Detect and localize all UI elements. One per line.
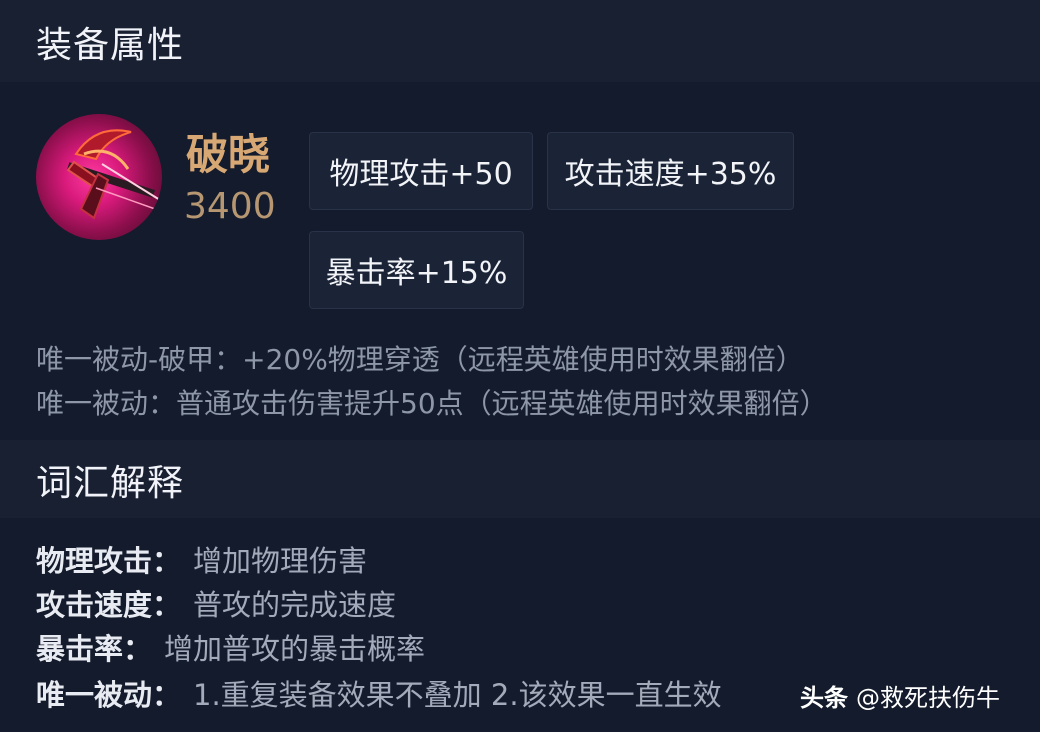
passive-damage-boost: 唯一被动：普通攻击伤害提升50点（远程英雄使用时效果翻倍） xyxy=(36,387,828,420)
stat-physical-attack: 物理攻击+50 xyxy=(309,132,533,210)
item-name: 破晓 xyxy=(186,130,271,179)
section-title: 装备属性 xyxy=(36,25,185,66)
glossary-definition: 普攻的完成速度 xyxy=(193,588,397,622)
stat-attack-speed: 攻击速度+35% xyxy=(547,132,794,210)
glossary-entry: 暴击率： 增加普攻的暴击概率 xyxy=(36,626,425,668)
item-price: 3400 xyxy=(184,186,276,227)
glossary-definition: 增加物理伤害 xyxy=(193,544,368,578)
crossbow-icon-graphic xyxy=(66,129,161,220)
glossary-term: 物理攻击： xyxy=(36,544,182,578)
glossary-definition: 增加普攻的暴击概率 xyxy=(164,632,426,666)
passive-armor-break: 唯一被动-破甲：+20%物理穿透（远程英雄使用时效果翻倍） xyxy=(36,343,804,376)
glossary-entry: 物理攻击： 增加物理伤害 xyxy=(36,538,367,580)
crossbow-icon xyxy=(36,114,162,240)
glossary-term: 唯一被动： xyxy=(36,678,182,712)
glossary-entry: 攻击速度： 普攻的完成速度 xyxy=(36,582,396,624)
stat-critical-rate: 暴击率+15% xyxy=(309,231,524,309)
watermark-handle: @救死扶伤牛 xyxy=(856,684,1000,712)
glossary-header: 词汇解释 xyxy=(0,440,1040,518)
watermark-brand: 头条 xyxy=(800,684,848,712)
glossary-definition: 1.重复装备效果不叠加 2.该效果一直生效 xyxy=(193,678,722,712)
glossary-term: 攻击速度： xyxy=(36,588,182,622)
equipment-attributes-header: 装备属性 xyxy=(0,0,1040,82)
glossary-term: 暴击率： xyxy=(36,632,153,666)
glossary-entry: 唯一被动： 1.重复装备效果不叠加 2.该效果一直生效 xyxy=(36,672,722,714)
watermark: 头条 @救死扶伤牛 xyxy=(800,678,1000,713)
section-title: 词汇解释 xyxy=(36,463,185,504)
